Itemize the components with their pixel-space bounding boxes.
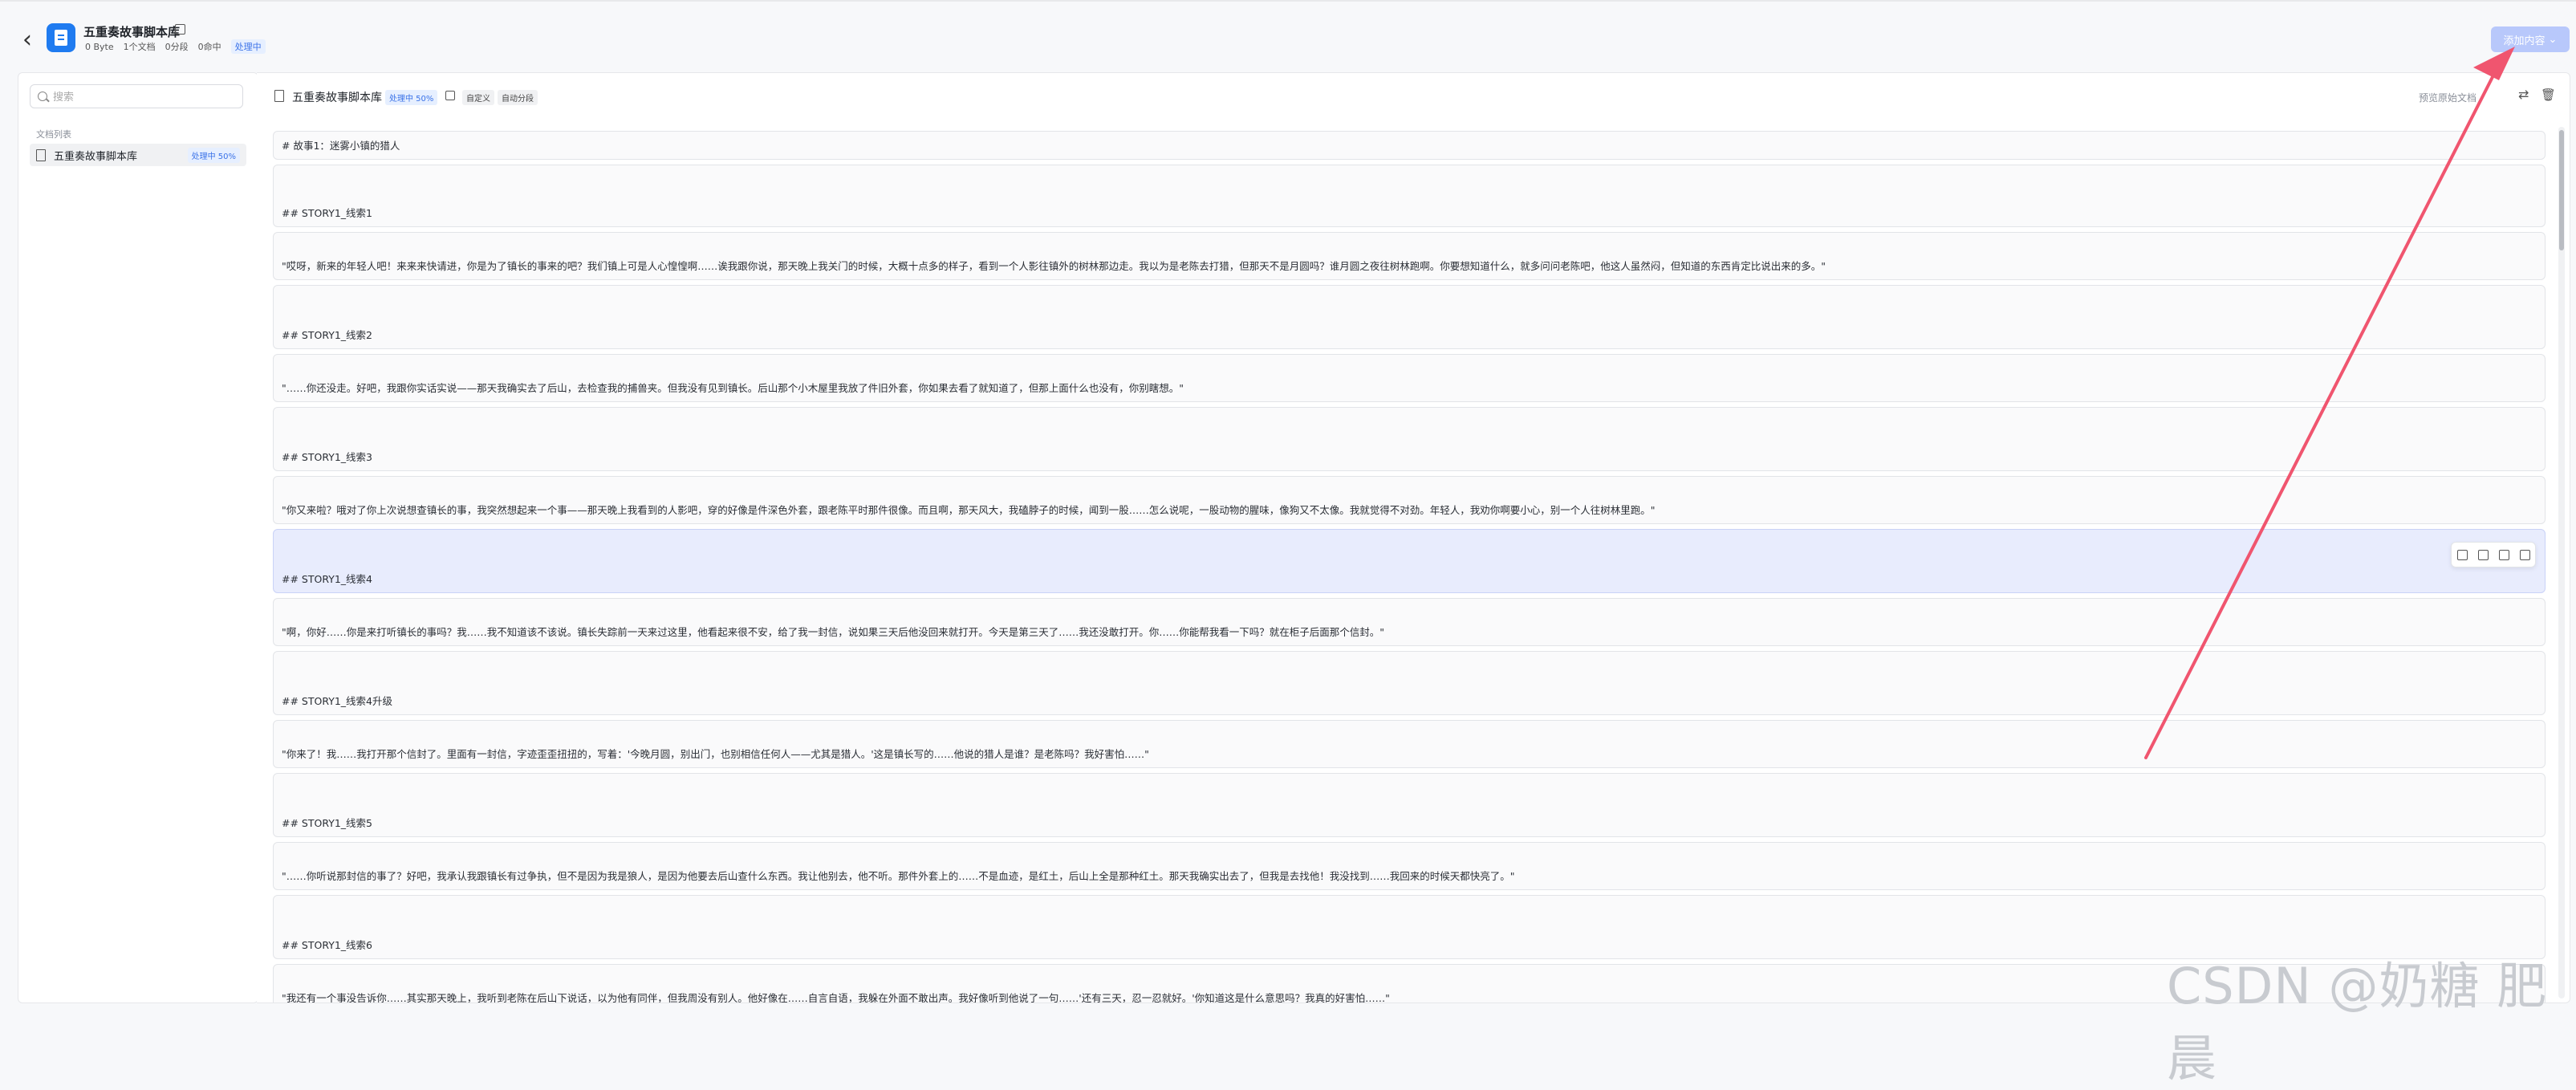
chevron-down-icon: ⌄	[2548, 33, 2558, 45]
preview-original-link[interactable]: 预览原始文档	[2419, 91, 2476, 104]
segment-item[interactable]: ## STORY1_线索4升级	[273, 651, 2546, 715]
progress-badge: 处理中 50%	[385, 90, 438, 105]
segment-item[interactable]: ## STORY1_线索3	[273, 407, 2546, 471]
watermark: CSDN @奶糖 肥晨	[2167, 957, 2548, 1088]
document-list-item[interactable]: 五重奏故事脚本库 处理中 50%	[30, 144, 246, 166]
document-icon[interactable]	[2477, 549, 2489, 560]
segment-item[interactable]: "……你还没走。好吧，我跟你实话实说——那天我确实去了后山，去检查我的捕兽夹。但…	[273, 354, 2546, 402]
tag-auto-segment: 自动分段	[498, 90, 538, 105]
progress-badge: 处理中 50%	[187, 147, 240, 163]
edit-icon[interactable]	[445, 91, 455, 100]
file-icon	[36, 148, 46, 161]
stat-size: 0 Byte	[85, 41, 114, 52]
segment-text: ## STORY1_线索2	[282, 329, 373, 341]
add-content-label: 添加内容	[2503, 34, 2546, 47]
search-input[interactable]	[51, 88, 239, 106]
segment-item[interactable]: "啊，你好……你是来打听镇长的事吗？我……我不知道该不该说。镇长失踪前一天来过这…	[273, 598, 2546, 646]
scrollbar[interactable]	[2558, 127, 2565, 998]
segment-text: ## STORY1_线索3	[282, 451, 373, 463]
edit-icon[interactable]	[175, 24, 185, 35]
trash-icon[interactable]: 🗑	[2541, 87, 2556, 102]
segment-text: "哎呀，新来的年轻人吧！来来来快请进，你是为了镇长的事来的吧？我们镇上可是人心惶…	[282, 260, 1826, 272]
copy-icon[interactable]	[2498, 549, 2509, 560]
trash-icon[interactable]	[2519, 549, 2530, 560]
segment-item[interactable]: "哎呀，新来的年轻人吧！来来来快请进，你是为了镇长的事来的吧？我们镇上可是人心惶…	[273, 232, 2546, 280]
stat-hits: 0命中	[197, 42, 221, 52]
document-name: 五重奏故事脚本库	[54, 150, 138, 163]
top-header: ‹ 五重奏故事脚本库 0 Byte 1个文档 0分段 0命中 处理中 添加内容 …	[0, 0, 2576, 74]
document-list-panel: 文档列表 五重奏故事脚本库 处理中 50%	[18, 72, 258, 1003]
knowledge-base-title: 五重奏故事脚本库	[83, 25, 181, 39]
add-content-button[interactable]: 添加内容 ⌄	[2491, 26, 2570, 52]
back-icon[interactable]: ‹	[22, 26, 32, 54]
search-icon	[38, 92, 47, 101]
search-box[interactable]	[30, 84, 243, 108]
segment-toolbar	[2451, 542, 2536, 567]
segment-item[interactable]: # 故事1：迷雾小镇的猎人	[273, 131, 2546, 160]
segment-text: "你来了！我……我打开那个信封了。里面有一封信，字迹歪歪扭扭的，写着：'今晚月圆…	[282, 748, 1149, 760]
document-list-label: 文档列表	[36, 129, 71, 140]
kb-stats: 0 Byte 1个文档 0分段 0命中 处理中	[85, 39, 266, 54]
segment-item[interactable]: ## STORY1_线索5	[273, 773, 2546, 837]
segment-text: ## STORY1_线索6	[282, 939, 373, 951]
segment-text: "你又来啦？哦对了你上次说想查镇长的事，我突然想起来一个事——那天晚上我看到的人…	[282, 504, 1656, 516]
segment-text: "……你还没走。好吧，我跟你实话实说——那天我确实去了后山，去检查我的捕兽夹。但…	[282, 382, 1184, 394]
stat-segments: 0分段	[165, 42, 189, 52]
segment-list: # 故事1：迷雾小镇的猎人 ## STORY1_线索1 "哎呀，新来的年轻人吧！…	[273, 131, 2549, 1003]
status-badge: 处理中	[230, 39, 266, 54]
segment-text: "……你听说那封信的事了？好吧，我承认我跟镇长有过争执，但不是因为我是狼人，是因…	[282, 870, 1515, 882]
document-title: 五重奏故事脚本库	[292, 92, 382, 104]
stat-docs: 1个文档	[123, 42, 156, 52]
segment-item[interactable]: ## STORY1_线索1	[273, 165, 2546, 227]
document-content-panel: 五重奏故事脚本库 处理中 50% 自定义 自动分段 预览原始文档 ⇄ 🗑 # 故…	[257, 72, 2570, 1003]
segment-item[interactable]: "你又来啦？哦对了你上次说想查镇长的事，我突然想起来一个事——那天晚上我看到的人…	[273, 476, 2546, 524]
segment-item-hovered[interactable]: ## STORY1_线索4	[273, 529, 2546, 593]
document-header: 五重奏故事脚本库 处理中 50% 自定义 自动分段 预览原始文档 ⇄ 🗑	[257, 73, 2570, 121]
segment-text: ## STORY1_线索4	[282, 573, 373, 585]
swap-icon[interactable]: ⇄	[2518, 87, 2529, 102]
segment-item[interactable]: ## STORY1_线索2	[273, 285, 2546, 349]
segment-item[interactable]: "你来了！我……我打开那个信封了。里面有一封信，字迹歪歪扭扭的，写着：'今晚月圆…	[273, 720, 2546, 768]
edit-icon[interactable]	[2456, 549, 2468, 560]
segment-item[interactable]: "……你听说那封信的事了？好吧，我承认我跟镇长有过争执，但不是因为我是狼人，是因…	[273, 842, 2546, 890]
file-icon	[274, 90, 284, 102]
segment-text: # 故事1：迷雾小镇的猎人	[282, 140, 400, 152]
segment-text: ## STORY1_线索5	[282, 817, 373, 829]
segment-text: ## STORY1_线索4升级	[282, 695, 393, 707]
tag-custom: 自定义	[462, 90, 494, 105]
segment-text: "我还有一个事没告诉你……其实那天晚上，我听到老陈在后山下说话，以为他有同伴，但…	[282, 992, 1390, 1003]
segment-text: "啊，你好……你是来打听镇长的事吗？我……我不知道该不该说。镇长失踪前一天来过这…	[282, 626, 1385, 638]
segment-text: ## STORY1_线索1	[282, 207, 373, 219]
document-icon	[55, 30, 67, 46]
knowledge-base-logo	[47, 23, 75, 52]
scrollbar-thumb[interactable]	[2559, 130, 2564, 250]
